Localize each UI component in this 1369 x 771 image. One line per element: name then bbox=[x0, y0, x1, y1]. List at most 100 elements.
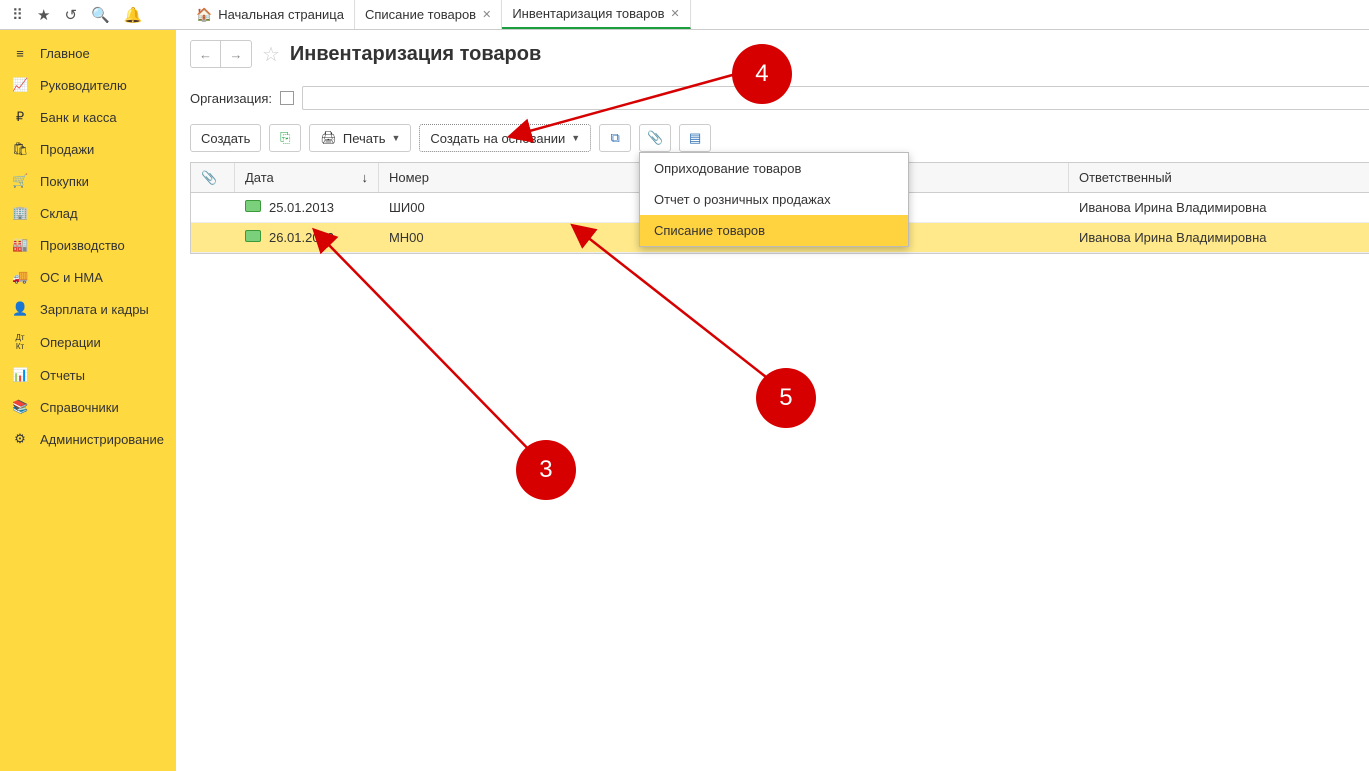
list-icon: ▤ bbox=[689, 130, 701, 146]
sidebar-item-label: Операции bbox=[40, 335, 101, 350]
dropdown-item-label: Отчет о розничных продажах bbox=[654, 192, 831, 207]
forward-button[interactable]: → bbox=[221, 41, 251, 67]
sort-asc-icon: ↓ bbox=[361, 170, 368, 185]
truck-icon: 🚚 bbox=[12, 269, 28, 285]
chevron-down-icon: ▼ bbox=[391, 133, 400, 143]
cart-icon: 🛒 bbox=[12, 173, 28, 189]
sidebar-item-purchases[interactable]: 🛒 Покупки bbox=[0, 165, 176, 197]
search-icon[interactable]: 🔍 bbox=[91, 6, 110, 24]
dropdown-item-incoming[interactable]: Оприходование товаров bbox=[640, 153, 908, 184]
sidebar-item-manager[interactable]: 📈 Руководителю bbox=[0, 69, 176, 101]
sidebar-item-admin[interactable]: ⚙ Администрирование bbox=[0, 423, 176, 455]
org-checkbox[interactable] bbox=[280, 91, 294, 105]
create-based-button[interactable]: Создать на основании ▼ bbox=[419, 124, 591, 152]
sidebar-item-assets[interactable]: 🚚 ОС и НМА bbox=[0, 261, 176, 293]
warehouse-icon: 🏢 bbox=[12, 205, 28, 221]
paperclip-icon: 📎 bbox=[647, 130, 663, 146]
column-header-date[interactable]: Дата ↓ bbox=[235, 163, 379, 192]
sidebar-item-label: Отчеты bbox=[40, 368, 85, 383]
cell-value: 26.01.2013 bbox=[269, 230, 334, 245]
attach-button[interactable]: 📎 bbox=[639, 124, 671, 152]
cell-date: 26.01.2013 bbox=[235, 230, 379, 245]
related-button[interactable]: ⧉ bbox=[599, 124, 631, 152]
document-posted-icon bbox=[245, 200, 261, 212]
close-icon[interactable]: ✕ bbox=[482, 8, 491, 21]
sidebar-item-reports[interactable]: 📊 Отчеты bbox=[0, 359, 176, 391]
button-label: Печать bbox=[343, 131, 386, 146]
apps-icon[interactable]: ⠿ bbox=[12, 6, 23, 24]
create-based-dropdown: Оприходование товаров Отчет о розничных … bbox=[639, 152, 909, 247]
dropdown-item-retail-report[interactable]: Отчет о розничных продажах bbox=[640, 184, 908, 215]
sidebar-item-operations[interactable]: Дт Кт Операции bbox=[0, 325, 176, 359]
related-icon: ⧉ bbox=[611, 130, 620, 146]
dtkt-icon: Дт Кт bbox=[12, 333, 28, 351]
sidebar-item-label: Администрирование bbox=[40, 432, 164, 447]
sidebar-item-sales[interactable]: 🛍 Продажи bbox=[0, 133, 176, 165]
column-header-attach[interactable]: 📎 bbox=[191, 163, 235, 192]
copy-icon: ⎘ bbox=[280, 130, 290, 146]
history-icon[interactable]: ↺ bbox=[64, 6, 77, 24]
person-icon: 👤 bbox=[12, 301, 28, 317]
chevron-down-icon: ▼ bbox=[571, 133, 580, 143]
org-label: Организация: bbox=[190, 91, 272, 106]
sidebar-item-label: Склад bbox=[40, 206, 78, 221]
bell-icon[interactable]: 🔔 bbox=[124, 6, 143, 24]
sidebar-item-hr[interactable]: 👤 Зарплата и кадры bbox=[0, 293, 176, 325]
print-button[interactable]: 🖨 Печать ▼ bbox=[309, 124, 411, 152]
document-posted-icon bbox=[245, 230, 261, 242]
sidebar-item-label: Банк и касса bbox=[40, 110, 117, 125]
tab-label: Инвентаризация товаров bbox=[512, 6, 664, 21]
list-settings-button[interactable]: ▤ bbox=[679, 124, 711, 152]
chart-icon: 📈 bbox=[12, 77, 28, 93]
sidebar-item-label: Покупки bbox=[40, 174, 89, 189]
bag-icon: 🛍 bbox=[12, 141, 28, 157]
bars-icon: 📊 bbox=[12, 367, 28, 383]
books-icon: 📚 bbox=[12, 399, 28, 415]
callout-badge-3: 3 bbox=[516, 440, 576, 500]
sidebar-item-label: Руководителю bbox=[40, 78, 127, 93]
close-icon[interactable]: ✕ bbox=[670, 7, 679, 20]
cell-responsible: Иванова Ирина Владимировна bbox=[1069, 230, 1369, 245]
tab-label: Начальная страница bbox=[218, 7, 344, 22]
copy-button[interactable]: ⎘ bbox=[269, 124, 301, 152]
favorite-icon[interactable]: ☆ bbox=[262, 42, 280, 67]
button-label: Создать на основании bbox=[430, 131, 565, 146]
ruble-icon: ₽ bbox=[12, 109, 28, 125]
cell-value: 25.01.2013 bbox=[269, 200, 334, 215]
page-title: Инвентаризация товаров bbox=[290, 43, 541, 66]
org-input[interactable] bbox=[302, 86, 1369, 110]
star-icon[interactable]: ★ bbox=[37, 6, 50, 24]
callout-badge-5: 5 bbox=[756, 368, 816, 428]
column-header-responsible[interactable]: Ответственный bbox=[1069, 163, 1369, 192]
menu-icon: ≡ bbox=[12, 46, 28, 61]
tab-label: Списание товаров bbox=[365, 7, 476, 22]
gear-icon: ⚙ bbox=[12, 431, 28, 447]
dropdown-item-label: Оприходование товаров bbox=[654, 161, 801, 176]
home-icon: 🏠 bbox=[196, 7, 212, 23]
tab-writeoff[interactable]: Списание товаров ✕ bbox=[355, 0, 502, 29]
cell-date: 25.01.2013 bbox=[235, 200, 379, 215]
sidebar-item-bank[interactable]: ₽ Банк и касса bbox=[0, 101, 176, 133]
column-header-label: Дата bbox=[245, 170, 274, 185]
column-header-label: Номер bbox=[389, 170, 429, 185]
sidebar-item-label: Продажи bbox=[40, 142, 94, 157]
column-header-label: Ответственный bbox=[1079, 170, 1172, 185]
cell-responsible: Иванова Ирина Владимировна bbox=[1069, 200, 1369, 215]
tab-home[interactable]: 🏠 Начальная страница bbox=[186, 0, 355, 29]
sidebar-item-label: Зарплата и кадры bbox=[40, 302, 149, 317]
create-button[interactable]: Создать bbox=[190, 124, 261, 152]
printer-icon: 🖨 bbox=[320, 130, 337, 146]
tab-inventory[interactable]: Инвентаризация товаров ✕ bbox=[502, 0, 690, 29]
sidebar-item-label: Главное bbox=[40, 46, 90, 61]
tab-bar: 🏠 Начальная страница Списание товаров ✕ … bbox=[186, 0, 691, 29]
sidebar-item-label: Справочники bbox=[40, 400, 119, 415]
sidebar-item-directories[interactable]: 📚 Справочники bbox=[0, 391, 176, 423]
sidebar-item-label: ОС и НМА bbox=[40, 270, 103, 285]
sidebar-item-production[interactable]: 🏭 Производство bbox=[0, 229, 176, 261]
factory-icon: 🏭 bbox=[12, 237, 28, 253]
sidebar-item-warehouse[interactable]: 🏢 Склад bbox=[0, 197, 176, 229]
back-button[interactable]: ← bbox=[191, 41, 221, 67]
sidebar-item-main[interactable]: ≡ Главное bbox=[0, 38, 176, 69]
sidebar-item-label: Производство bbox=[40, 238, 125, 253]
dropdown-item-writeoff[interactable]: Списание товаров bbox=[640, 215, 908, 246]
